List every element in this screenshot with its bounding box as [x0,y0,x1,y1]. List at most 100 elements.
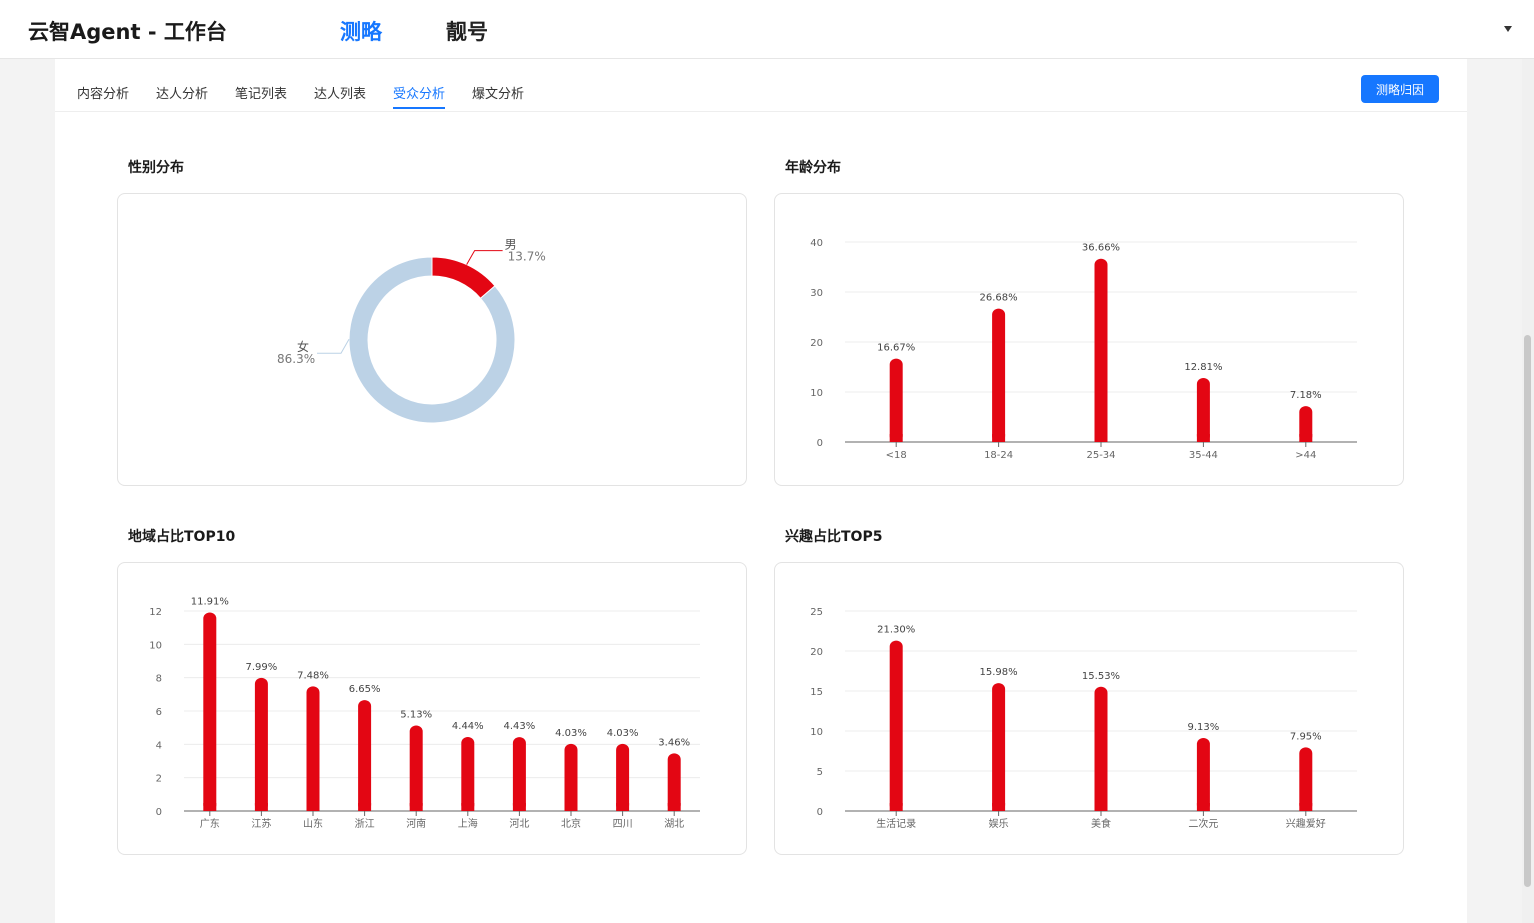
region-section-title: 地域占比TOP10 [128,529,236,545]
data-label: 15.98% [980,667,1018,678]
bar-base [461,803,475,811]
data-label: 3.46% [658,737,690,748]
x-tick-label: 18-24 [984,450,1013,461]
x-tick-label: 江苏 [251,817,271,830]
y-tick-label: 10 [810,727,823,738]
bar [616,743,630,811]
data-label: 7.18% [1290,390,1322,401]
data-label: 12.81% [1184,362,1222,373]
data-label: 4.44% [452,721,484,732]
bar-base [409,803,423,811]
interest-bar-chart: 0 5 10 15 20 25 21.30% 生活记录 15.98% 娱乐 15.53% 美食 9.13… [810,607,1357,830]
bar-base [254,803,268,811]
y-tick-label: 6 [156,707,162,718]
gender-donut-chart: 男13.7%女86.3% [277,238,546,424]
data-label: 4.03% [555,728,587,739]
bar [992,683,1006,811]
gender-section-title: 性别分布 [128,160,184,176]
tab-content-analysis[interactable]: 内容分析 [77,83,129,102]
data-label: 9.13% [1188,722,1220,733]
bar-base [1094,803,1108,811]
app-title: 云智Agent - 工作台 [28,20,227,44]
tab-audience-analysis[interactable]: 受众分析 [393,83,446,109]
top-nav-item-lianghao[interactable]: 靓号 [446,16,488,46]
x-tick-label: 山东 [303,817,323,830]
data-label: 7.48% [297,670,329,681]
y-tick-label: 20 [810,647,823,658]
x-tick-label: 35-44 [1189,450,1218,461]
slice-label-male: 13.7% [508,250,546,264]
bar-base [1094,434,1108,442]
tab-influencer-list[interactable]: 达人列表 [314,83,366,102]
y-tick-label: 0 [156,807,162,818]
bar-base [203,803,217,811]
region-bar-chart: 0 2 4 6 8 10 12 11.91% 广东 7.99% 江苏 7.48% 山东 6.65% 浙江 5.… [149,597,700,830]
bar [564,743,578,811]
y-tick-label: 25 [810,607,823,618]
tab-note-list[interactable]: 笔记列表 [235,83,287,102]
y-tick-label: 40 [810,238,823,249]
tab-influencer-analysis[interactable]: 达人分析 [156,83,208,102]
x-tick-label: 美食 [1091,817,1111,830]
bar [358,700,372,811]
y-tick-label: 5 [817,767,823,778]
bar [667,753,681,811]
x-tick-label: 湖北 [664,818,684,830]
donut-slice-male [431,256,496,299]
slice-label-female: 86.3% [277,352,315,366]
y-tick-label: 10 [810,388,823,399]
bar [889,358,903,442]
bar [203,612,217,811]
y-tick-label: 8 [156,674,162,685]
interest-chart-card: 0 5 10 15 20 25 21.30% 生活记录 15.98% 娱乐 15.53% 美食 9.13… [774,562,1404,855]
main-panel: 内容分析 达人分析 笔记列表 达人列表 受众分析 爆文分析 测略归因 性别分布 … [55,59,1467,923]
account-dropdown-caret-icon[interactable] [1504,26,1512,32]
x-tick-label: <18 [886,450,907,461]
x-tick-label: 二次元 [1188,817,1218,830]
data-label: 7.99% [246,662,278,673]
bar-base [616,803,630,811]
x-tick-label: >44 [1295,450,1316,461]
bar-base [889,434,903,442]
bar [409,725,423,811]
data-label: 36.66% [1082,243,1120,254]
bar [889,640,903,811]
attribution-button[interactable]: 测略归因 [1361,75,1439,103]
interest-section-title: 兴趣占比TOP5 [785,529,883,545]
data-label: 4.43% [504,721,536,732]
y-tick-label: 4 [156,740,162,751]
age-section-title: 年龄分布 [785,160,841,176]
x-tick-label: 生活记录 [876,817,916,830]
x-tick-label: 广东 [200,817,220,830]
top-nav-item-celue[interactable]: 测略 [340,16,382,46]
x-tick-label: 兴趣爱好 [1286,817,1326,830]
tab-viral-analysis[interactable]: 爆文分析 [472,83,524,102]
scrollbar-thumb[interactable] [1524,335,1531,887]
bar [1196,737,1210,811]
bar-base [1196,803,1210,811]
x-tick-label: 河北 [509,818,529,830]
region-chart-card: 0 2 4 6 8 10 12 11.91% 广东 7.99% 江苏 7.48% 山东 6.65% 浙江 5.… [117,562,747,855]
y-tick-label: 30 [810,288,823,299]
data-label: 11.91% [191,597,229,608]
bar [992,308,1006,442]
x-tick-label: 上海 [458,817,478,830]
top-bar: 云智Agent - 工作台 测略 靓号 [0,0,1534,59]
leader-line-female [317,338,350,354]
y-tick-label: 0 [817,807,823,818]
y-tick-label: 2 [156,774,162,785]
bar-base [306,803,320,811]
data-label: 5.13% [400,710,432,721]
data-label: 26.68% [980,293,1018,304]
y-tick-label: 0 [817,438,823,449]
bar [254,677,268,811]
bar-base [1299,434,1313,442]
data-label: 6.65% [349,684,381,695]
y-tick-label: 15 [810,687,823,698]
bar-base [564,803,578,811]
x-tick-label: 25-34 [1086,450,1115,461]
bar [1196,377,1210,442]
bar [461,737,475,811]
bar-base [358,803,372,811]
leader-line-male [466,250,503,265]
